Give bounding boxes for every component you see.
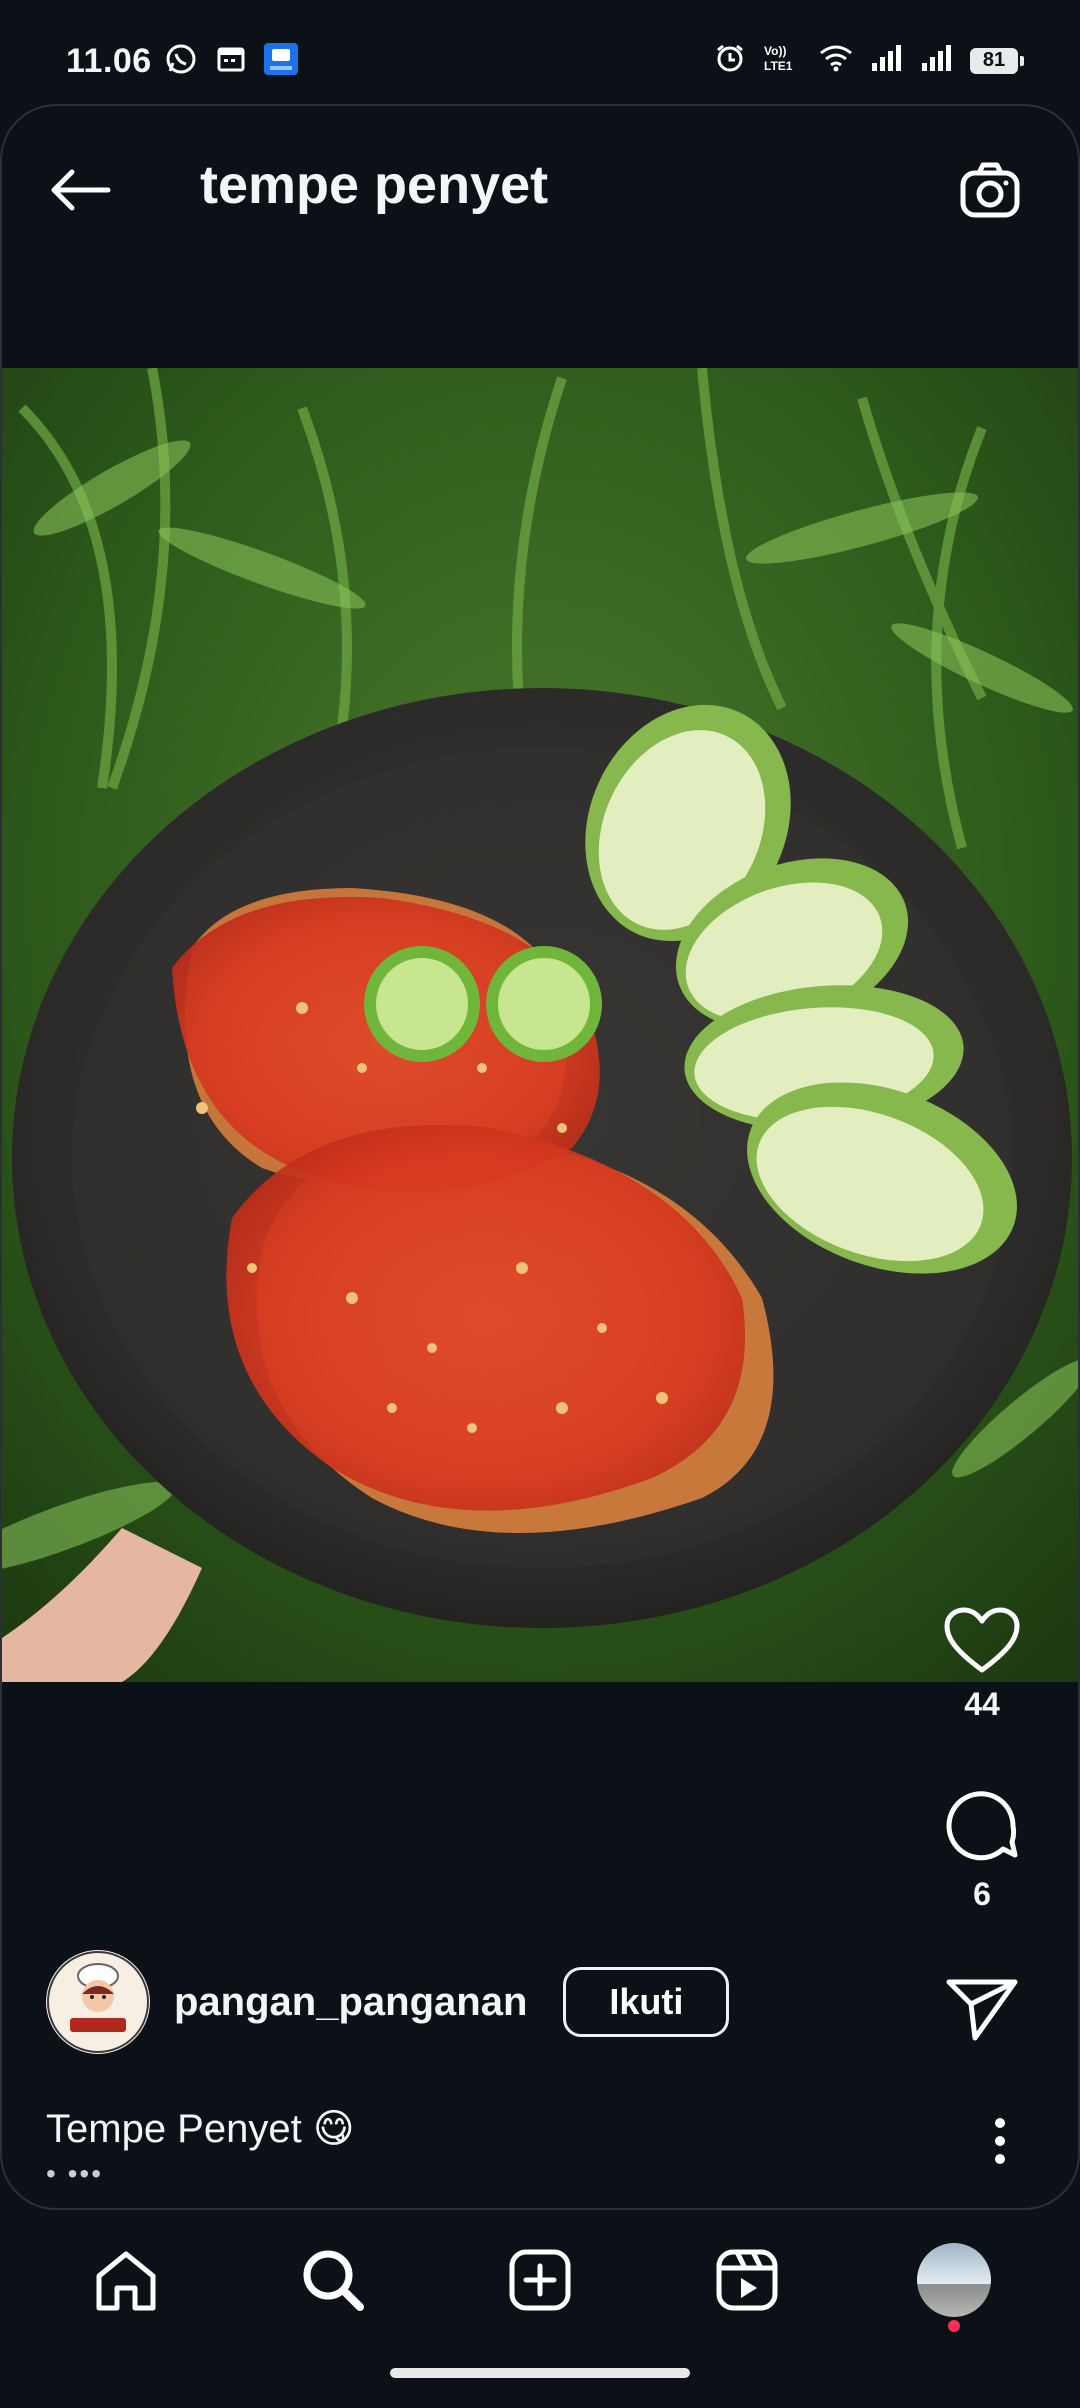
- nav-search[interactable]: [273, 2220, 393, 2340]
- create-icon: [509, 2249, 571, 2311]
- svg-text:Vo)): Vo)): [764, 44, 786, 58]
- top-bar: tempe penyet: [2, 106, 1078, 366]
- camera-button[interactable]: [952, 152, 1028, 228]
- post-image[interactable]: [2, 368, 1078, 1682]
- author-row: pangan_panganan Ikuti: [46, 1950, 730, 2054]
- notification-dot: [948, 2320, 961, 2332]
- search-icon: [303, 2250, 364, 2311]
- nav-home[interactable]: [66, 2220, 186, 2340]
- app-store-icon: [264, 43, 298, 80]
- page-title: tempe penyet: [200, 155, 549, 215]
- comment-icon[interactable]: [943, 1788, 1021, 1866]
- status-right-icons: Vo)) LTE1 81: [714, 42, 1024, 79]
- battery-indicator: 81: [970, 47, 1024, 74]
- caption-more[interactable]: • •••: [46, 2158, 103, 2190]
- author-username[interactable]: pangan_panganan: [174, 1980, 527, 2025]
- arrow-left-icon: [51, 169, 111, 211]
- signal-icon: [870, 43, 904, 78]
- comment-action: 6: [922, 1788, 1042, 1913]
- follow-button[interactable]: Ikuti: [563, 1967, 730, 2037]
- status-bar: 11.06 Vo)) LTE1 81: [0, 0, 1080, 104]
- like-action: 44: [922, 1606, 1042, 1723]
- back-button[interactable]: [42, 152, 118, 228]
- bottom-nav: [0, 2210, 1080, 2350]
- more-options-button[interactable]: [980, 2106, 1020, 2176]
- like-count: 44: [964, 1686, 1000, 1722]
- heart-icon[interactable]: [943, 1606, 1021, 1676]
- share-action: [922, 1976, 1042, 2042]
- wifi-icon: [818, 43, 854, 78]
- svg-text:LTE1: LTE1: [764, 59, 793, 73]
- food-photo: [2, 368, 1078, 1682]
- status-left-icons: [164, 42, 298, 81]
- whatsapp-icon: [164, 42, 198, 81]
- profile-avatar: [917, 2243, 992, 2317]
- nav-profile[interactable]: [894, 2220, 1014, 2340]
- reels-icon: [716, 2249, 778, 2311]
- nav-reels[interactable]: [687, 2220, 807, 2340]
- signal-icon: [920, 43, 954, 78]
- send-icon[interactable]: [945, 1976, 1019, 2042]
- camera-icon: [960, 162, 1020, 218]
- post-card: tempe penyet 44 6 pangan_panganan Ikuti …: [0, 104, 1080, 2210]
- chef-logo-icon: [47, 1951, 149, 2053]
- calendar-icon: [216, 44, 246, 79]
- alarm-icon: [714, 42, 746, 79]
- post-caption[interactable]: Tempe Penyet 😋: [46, 2106, 355, 2152]
- home-indicator[interactable]: [390, 2368, 690, 2378]
- status-time: 11.06: [66, 42, 152, 80]
- more-vertical-icon: [995, 2118, 1005, 2164]
- author-avatar[interactable]: [46, 1950, 150, 2054]
- nav-create[interactable]: [480, 2220, 600, 2340]
- volte-icon: Vo)) LTE1: [762, 42, 802, 79]
- home-icon: [96, 2251, 156, 2311]
- comment-count: 6: [973, 1876, 991, 1912]
